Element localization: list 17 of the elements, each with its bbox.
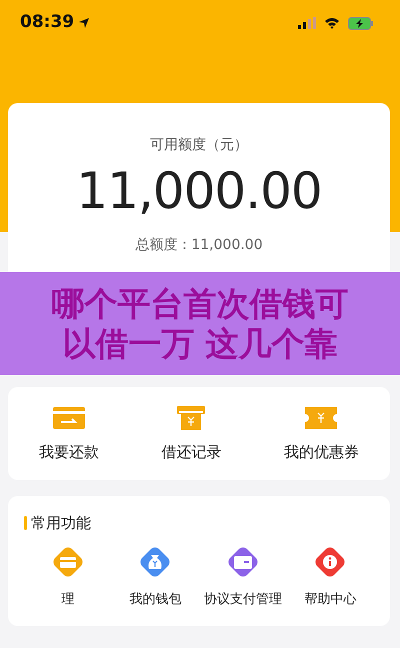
location-icon xyxy=(78,17,90,29)
total-credit: 总额度：11,000.00 xyxy=(135,236,263,255)
signal-icon xyxy=(298,17,316,29)
quick-action-link[interactable]: 我的优惠券 xyxy=(284,441,359,464)
available-amount: 11,000.00 xyxy=(76,164,322,219)
banner-title: 哪个平台首次借钱可以借一万 这几个靠 xyxy=(50,284,350,364)
battery-charging-icon xyxy=(348,16,374,30)
wifi-icon xyxy=(324,17,340,29)
function-link[interactable]: 协议支付管理 xyxy=(204,590,282,610)
quick-action-link[interactable]: 借还记录 xyxy=(161,441,222,464)
status-time: 08:39 xyxy=(20,11,74,34)
function-link[interactable]: 理 xyxy=(61,590,74,610)
section-title: 常用功能 xyxy=(31,512,91,534)
quick-action-link[interactable]: 我要还款 xyxy=(39,441,100,464)
available-credit-label: 可用额度（元） xyxy=(150,136,248,155)
function-link[interactable]: 帮助中心 xyxy=(304,590,356,610)
function-link[interactable]: 我的钱包 xyxy=(129,590,182,610)
